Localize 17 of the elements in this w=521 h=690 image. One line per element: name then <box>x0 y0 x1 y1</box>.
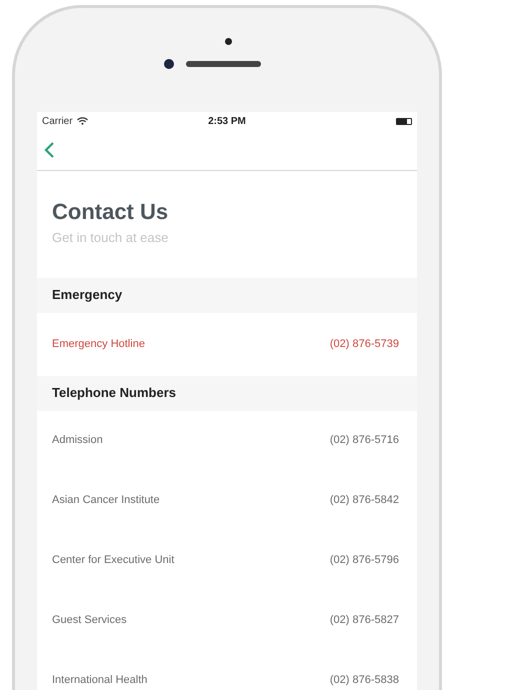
contact-row[interactable]: Emergency Hotline (02) 876-5739 <box>37 312 417 376</box>
back-button[interactable] <box>43 141 55 159</box>
section-header: Telephone Numbers <box>37 376 417 410</box>
status-time: 2:53 PM <box>208 114 246 128</box>
contact-row[interactable]: Asian Cancer Institute (02) 876-5842 <box>37 470 417 530</box>
wifi-icon <box>76 117 88 125</box>
speaker-grille-icon <box>186 61 260 67</box>
contact-row[interactable]: International Health (02) 876-5838 <box>37 650 417 690</box>
carrier-label: Carrier <box>42 114 73 128</box>
contact-row[interactable]: Guest Services (02) 876-5827 <box>37 590 417 650</box>
contact-row[interactable]: Admission (02) 876-5716 <box>37 410 417 470</box>
page-subtitle: Get in touch at ease <box>52 229 170 247</box>
page-title: Contact Us <box>52 198 170 226</box>
battery-icon <box>396 118 412 124</box>
contact-row[interactable]: Center for Executive Unit (02) 876-5796 <box>37 530 417 590</box>
section-header: Emergency <box>37 278 417 312</box>
camera-icon <box>164 59 174 69</box>
